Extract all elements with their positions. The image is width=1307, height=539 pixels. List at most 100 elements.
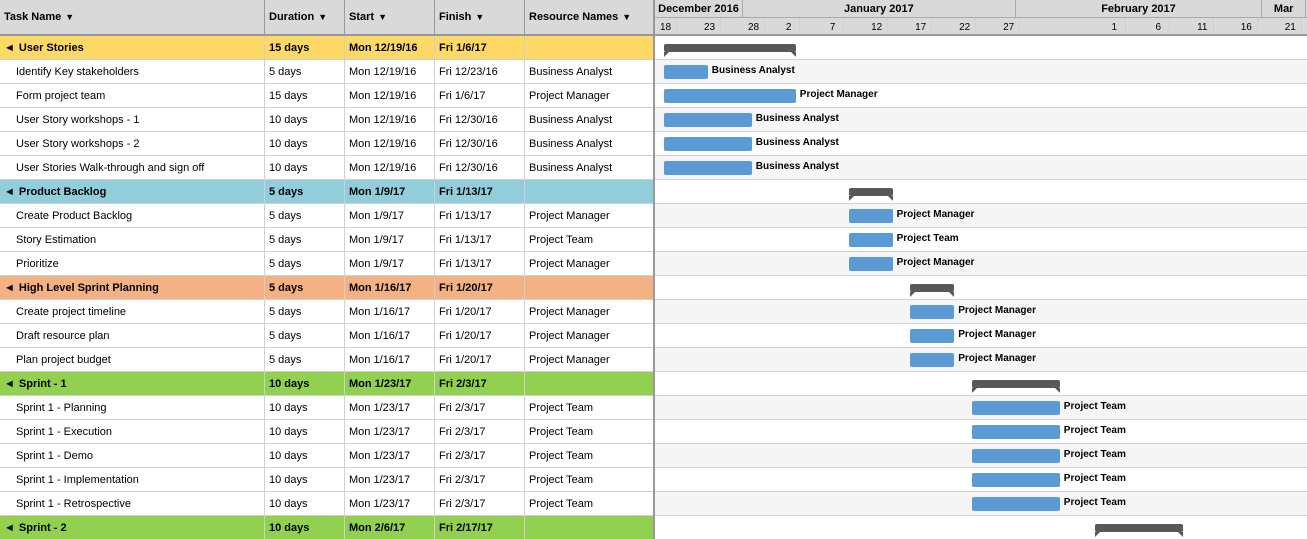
gantt-group-bar[interactable]	[1095, 524, 1183, 532]
gantt-task-bar[interactable]: Project Team	[972, 497, 1060, 511]
gantt-task-bar[interactable]: Project Manager	[849, 209, 893, 223]
resource-cell: Project Team	[525, 228, 635, 251]
finish-cell: Fri 12/30/16	[435, 108, 525, 131]
gantt-task-bar[interactable]: Project Team	[972, 401, 1060, 415]
gantt-task-bar[interactable]: Project Team	[972, 425, 1060, 439]
start-cell: Mon 12/19/16	[345, 156, 435, 179]
resource-cell: Project Manager	[525, 348, 635, 371]
resource-cell	[525, 180, 635, 203]
table-body: ◄User Stories15 daysMon 12/19/16Fri 1/6/…	[0, 36, 653, 539]
table-row[interactable]: ◄Product Backlog5 daysMon 1/9/17Fri 1/13…	[0, 180, 653, 204]
task-table: Task Name ▼ Duration ▼ Start ▼ Finish ▼ …	[0, 0, 655, 539]
finish-cell: Fri 1/20/17	[435, 324, 525, 347]
resource-cell: Business Analyst	[525, 132, 635, 155]
table-row[interactable]: ◄High Level Sprint Planning5 daysMon 1/1…	[0, 276, 653, 300]
gantt-task-bar[interactable]: Project Team	[849, 233, 893, 247]
table-row[interactable]: User Stories Walk-through and sign off10…	[0, 156, 653, 180]
table-row[interactable]: ◄Sprint - 110 daysMon 1/23/17Fri 2/3/17	[0, 372, 653, 396]
task-name: Sprint 1 - Execution	[16, 426, 112, 438]
finish-cell: Fri 1/6/17	[435, 36, 525, 59]
gantt-task-bar[interactable]: Project Manager	[849, 257, 893, 271]
resource-cell: Project Team	[525, 396, 635, 419]
app-container: Task Name ▼ Duration ▼ Start ▼ Finish ▼ …	[0, 0, 1307, 539]
header-task-name[interactable]: Task Name ▼	[0, 0, 265, 34]
gantt-task-bar[interactable]: Business Analyst	[664, 113, 752, 127]
gantt-task-bar[interactable]: Business Analyst	[664, 161, 752, 175]
table-row[interactable]: Story Estimation5 daysMon 1/9/17Fri 1/13…	[0, 228, 653, 252]
gantt-task-bar[interactable]: Business Analyst	[664, 137, 752, 151]
task-name-cell: ◄User Stories	[0, 36, 265, 59]
finish-cell: Fri 1/13/17	[435, 180, 525, 203]
start-cell: Mon 1/23/17	[345, 444, 435, 467]
bar-label: Project Team	[1064, 401, 1126, 412]
gantt-task-bar[interactable]: Project Manager	[910, 329, 954, 343]
finish-cell: Fri 12/30/16	[435, 156, 525, 179]
finish-cell: Fri 1/13/17	[435, 252, 525, 275]
task-name: Form project team	[16, 90, 105, 102]
gantt-group-bar[interactable]	[910, 284, 954, 292]
gantt-row	[655, 516, 1307, 539]
month-label: Mar	[1262, 0, 1306, 17]
gantt-task-bar[interactable]: Project Manager	[910, 305, 954, 319]
start-cell: Mon 2/6/17	[345, 516, 435, 539]
task-name-cell: User Story workshops - 1	[0, 108, 265, 131]
gantt-task-bar[interactable]: Project Team	[972, 449, 1060, 463]
header-start[interactable]: Start ▼	[345, 0, 435, 34]
table-row[interactable]: Sprint 1 - Demo10 daysMon 1/23/17Fri 2/3…	[0, 444, 653, 468]
start-cell: Mon 1/23/17	[345, 468, 435, 491]
table-row[interactable]: Prioritize5 daysMon 1/9/17Fri 1/13/17Pro…	[0, 252, 653, 276]
table-row[interactable]: Identify Key stakeholders5 daysMon 12/19…	[0, 60, 653, 84]
gantt-task-bar[interactable]: Project Manager	[664, 89, 796, 103]
task-name-cell: Form project team	[0, 84, 265, 107]
table-row[interactable]: Draft resource plan5 daysMon 1/16/17Fri …	[0, 324, 653, 348]
gantt-group-bar[interactable]	[664, 44, 796, 52]
table-row[interactable]: Sprint 1 - Retrospective10 daysMon 1/23/…	[0, 492, 653, 516]
finish-cell: Fri 1/6/17	[435, 84, 525, 107]
resource-cell: Project Team	[525, 444, 635, 467]
task-name: Sprint 1 - Implementation	[16, 474, 139, 486]
resource-cell: Project Team	[525, 420, 635, 443]
gantt-task-bar[interactable]: Project Manager	[910, 353, 954, 367]
task-name: Create project timeline	[16, 306, 126, 318]
table-row[interactable]: Sprint 1 - Implementation10 daysMon 1/23…	[0, 468, 653, 492]
table-row[interactable]: Sprint 1 - Execution10 daysMon 1/23/17Fr…	[0, 420, 653, 444]
table-row[interactable]: Sprint 1 - Planning10 daysMon 1/23/17Fri…	[0, 396, 653, 420]
gantt-row: Project Manager	[655, 324, 1307, 348]
gantt-group-bar[interactable]	[972, 380, 1060, 388]
gantt-row: Project Team	[655, 468, 1307, 492]
finish-cell: Fri 2/3/17	[435, 372, 525, 395]
gantt-task-bar[interactable]: Business Analyst	[664, 65, 708, 79]
sort-arrow-task: ▼	[65, 12, 74, 22]
month-label: February 2017	[1016, 0, 1262, 17]
table-row[interactable]: ◄Sprint - 210 daysMon 2/6/17Fri 2/17/17	[0, 516, 653, 539]
finish-cell: Fri 2/3/17	[435, 444, 525, 467]
table-row[interactable]: Form project team15 daysMon 12/19/16Fri …	[0, 84, 653, 108]
header-duration-label: Duration	[269, 11, 314, 23]
start-cell: Mon 1/9/17	[345, 180, 435, 203]
table-row[interactable]: Plan project budget5 daysMon 1/16/17Fri …	[0, 348, 653, 372]
task-name-cell: Sprint 1 - Planning	[0, 396, 265, 419]
header-duration[interactable]: Duration ▼	[265, 0, 345, 34]
bar-label: Project Manager	[958, 353, 1036, 364]
month-label: December 2016	[655, 0, 743, 17]
header-resource[interactable]: Resource Names ▼	[525, 0, 635, 34]
gantt-panel: December 2016January 2017February 2017Ma…	[655, 0, 1307, 539]
header-finish[interactable]: Finish ▼	[435, 0, 525, 34]
task-name-cell: ◄Sprint - 2	[0, 516, 265, 539]
gantt-row: Project Manager	[655, 252, 1307, 276]
header-resource-label: Resource Names	[529, 11, 618, 23]
bar-label: Project Manager	[897, 209, 975, 220]
finish-cell: Fri 1/20/17	[435, 348, 525, 371]
gantt-row: Project Team	[655, 444, 1307, 468]
task-name-cell: Sprint 1 - Retrospective	[0, 492, 265, 515]
table-row[interactable]: ◄User Stories15 daysMon 12/19/16Fri 1/6/…	[0, 36, 653, 60]
task-name: User Stories	[19, 42, 84, 54]
table-row[interactable]: Create Product Backlog5 daysMon 1/9/17Fr…	[0, 204, 653, 228]
gantt-task-bar[interactable]: Project Team	[972, 473, 1060, 487]
table-row[interactable]: User Story workshops - 110 daysMon 12/19…	[0, 108, 653, 132]
resource-cell: Business Analyst	[525, 156, 635, 179]
gantt-group-bar[interactable]	[849, 188, 893, 196]
table-row[interactable]: Create project timeline5 daysMon 1/16/17…	[0, 300, 653, 324]
table-row[interactable]: User Story workshops - 210 daysMon 12/19…	[0, 132, 653, 156]
start-cell: Mon 12/19/16	[345, 108, 435, 131]
